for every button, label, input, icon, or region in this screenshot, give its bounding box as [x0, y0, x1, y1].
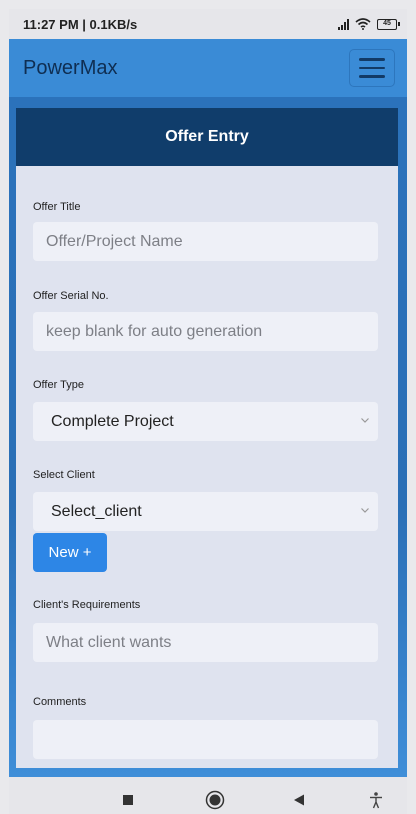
comments-label: Comments [33, 696, 87, 708]
app-brand[interactable]: PowerMax [23, 57, 117, 80]
offer-title-placeholder: Offer/Project Name [46, 232, 183, 250]
back-triangle-icon[interactable] [293, 794, 305, 806]
home-circle-icon[interactable] [205, 790, 225, 810]
select-client-group: Select Client [33, 469, 378, 481]
offer-type-group: Offer Type [33, 379, 378, 391]
card-header: Offer Entry [16, 108, 398, 166]
wifi-icon [355, 18, 371, 30]
battery-icon: 45 [377, 18, 400, 30]
offer-entry-card: Offer Entry Offer Title Offer/Project Na… [16, 108, 398, 768]
offer-title-group: Offer Title [33, 201, 378, 213]
requirements-group: Client's Requirements [33, 599, 378, 611]
chevron-down-icon [361, 418, 369, 423]
system-nav-bar [9, 777, 407, 814]
select-client-label: Select Client [33, 469, 95, 481]
select-client-value: Select_client [51, 502, 142, 520]
status-time-speed: 11:27 PM | 0.1KB/s [23, 16, 138, 32]
status-bar: 11:27 PM | 0.1KB/s 45 [9, 9, 407, 39]
recents-square-icon[interactable] [122, 794, 134, 806]
comments-input[interactable] [33, 720, 378, 759]
offer-serial-placeholder: keep blank for auto generation [46, 322, 263, 340]
offer-title-label: Offer Title [33, 201, 81, 213]
requirements-label: Client's Requirements [33, 599, 141, 611]
signal-icon [338, 18, 349, 30]
requirements-placeholder: What client wants [46, 633, 172, 651]
offer-title-input[interactable]: Offer/Project Name [33, 222, 378, 261]
offer-serial-input[interactable]: keep blank for auto generation [33, 312, 378, 351]
hamburger-menu-icon[interactable] [349, 49, 395, 87]
offer-serial-label: Offer Serial No. [33, 290, 109, 302]
requirements-input[interactable]: What client wants [33, 623, 378, 662]
card-title: Offer Entry [165, 128, 249, 145]
offer-type-select[interactable]: Complete Project [33, 402, 378, 441]
offer-serial-group: Offer Serial No. [33, 290, 378, 302]
comments-group: Comments [33, 696, 378, 708]
select-client-select[interactable]: Select_client [33, 492, 378, 531]
new-client-button[interactable]: New + [33, 533, 107, 572]
status-icons: 45 [338, 18, 400, 30]
app-navbar: PowerMax [9, 39, 407, 97]
chevron-down-icon [361, 508, 369, 513]
offer-type-value: Complete Project [51, 412, 174, 430]
accessibility-icon[interactable] [368, 791, 384, 809]
offer-type-label: Offer Type [33, 379, 84, 391]
